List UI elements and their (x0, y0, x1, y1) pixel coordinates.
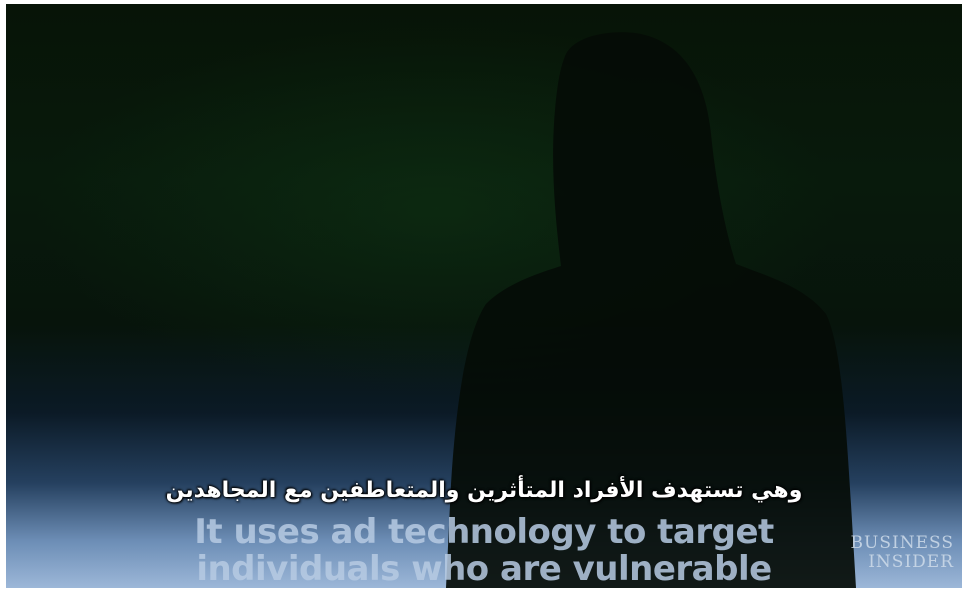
logo-line1: BUSINESS (850, 533, 954, 553)
video-frame: وهي تستهدف الأفراد المتأثرين والمتعاطفين… (6, 4, 962, 588)
arabic-subtitle: وهي تستهدف الأفراد المتأثرين والمتعاطفين… (165, 478, 803, 503)
english-subtitle-line1: It uses ad technology to target (194, 512, 774, 552)
logo-line2: INSIDER (868, 552, 954, 572)
english-subtitle-line2: individuals who are vulnerable (196, 549, 772, 588)
business-insider-logo: BUSINESS INSIDER (851, 534, 954, 572)
